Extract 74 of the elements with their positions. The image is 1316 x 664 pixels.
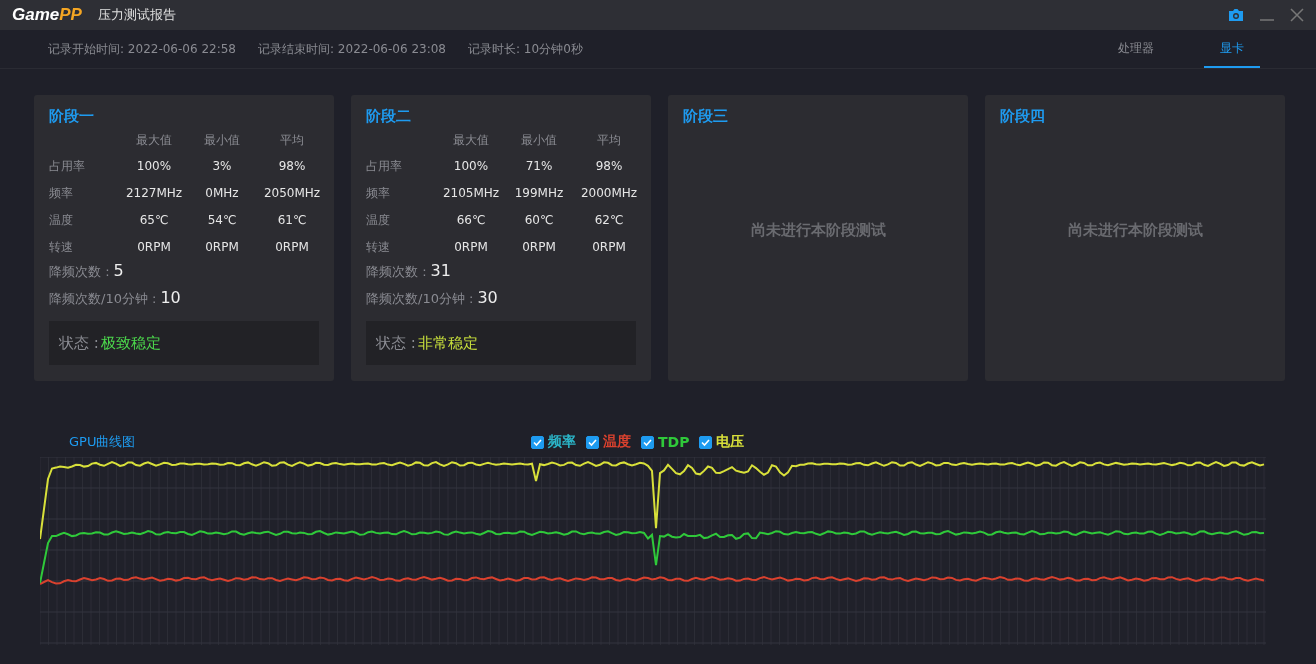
row-label: 转速 (366, 239, 391, 256)
camera-icon[interactable] (1228, 8, 1244, 22)
table-cell-text: 66℃ (455, 212, 487, 229)
row-label: 占用率 (49, 158, 86, 175)
legend-checkbox[interactable] (531, 435, 544, 449)
table-cell-text: 100% (135, 158, 173, 175)
table-cell-text: 0RPM (136, 239, 172, 256)
row-label: 占用率 (366, 158, 403, 175)
legend-label: 电压 (716, 433, 745, 451)
close-icon[interactable] (1290, 8, 1304, 22)
table-cell-text: 0MHz (204, 185, 240, 202)
stage-title: 阶段二 (366, 107, 412, 127)
column-header: 最大值 (135, 132, 173, 149)
throttle-rate-label: 降频次数/10分钟 : (366, 290, 474, 308)
table-cell-text: 62℃ (593, 212, 625, 229)
table-cell-text: 71% (524, 158, 554, 175)
table-cell-text: 98% (594, 158, 624, 175)
throttle-rate: 10 (160, 288, 181, 307)
table-cell-text: 2105MHz (441, 185, 501, 202)
column-header: 最小值 (520, 132, 558, 149)
table-cell-text: 98% (277, 158, 307, 175)
table-cell-text: 61℃ (276, 212, 308, 229)
legend-label: 温度 (603, 433, 631, 451)
table-cell-text: 0RPM (204, 239, 240, 256)
row-label: 转速 (49, 239, 74, 256)
empty-message: 尚未进行本阶段测试 (1067, 220, 1203, 240)
throttle-rate: 30 (477, 288, 498, 307)
legend-checkbox[interactable] (699, 435, 713, 449)
stage-title: 阶段三 (683, 107, 729, 127)
column-header: 平均 (596, 132, 622, 149)
table-cell-text: 199MHz (513, 185, 565, 202)
table-cell-text: 2000MHz (579, 185, 639, 202)
row-label: 频率 (366, 185, 391, 202)
column-header: 最小值 (203, 132, 241, 149)
legend-label: 频率 (548, 433, 576, 451)
throttle-rate-label: 降频次数/10分钟 : (49, 290, 157, 308)
row-label: 温度 (366, 212, 391, 229)
throttle-count: 31 (430, 261, 451, 280)
tab[interactable]: 处理器 (1102, 30, 1170, 68)
row-label: 温度 (49, 212, 74, 229)
status-value: 非常稳定 (417, 333, 478, 353)
legend-checkbox[interactable] (586, 435, 599, 449)
status-label: 状态 : (376, 333, 416, 353)
stage-title: 阶段四 (1000, 107, 1046, 127)
table-cell-text: 3% (211, 158, 233, 175)
chart-title: GPU曲线图 (69, 433, 137, 451)
table-cell-text: 60℃ (523, 212, 555, 229)
table-cell-text: 0RPM (591, 239, 627, 256)
record-info: 记录时长: 10分钟0秒 (468, 40, 583, 58)
status-label: 状态 : (59, 333, 99, 353)
throttle-label: 降频次数 : (49, 263, 110, 281)
table-cell-text: 2127MHz (124, 185, 184, 202)
tab[interactable]: 显卡 (1204, 30, 1260, 68)
stage-title: 阶段一 (49, 107, 95, 127)
table-cell-text: 0RPM (274, 239, 310, 256)
table-cell-text: 0RPM (521, 239, 557, 256)
app-logo: GamePP (12, 5, 82, 25)
table-cell-text: 2050MHz (262, 185, 322, 202)
throttle-count: 5 (113, 261, 124, 280)
throttle-label: 降频次数 : (366, 263, 427, 281)
column-header: 最大值 (452, 132, 490, 149)
column-header: 平均 (279, 132, 305, 149)
table-cell-text: 54℃ (206, 212, 238, 229)
legend-label: TDP (658, 434, 690, 450)
status-value: 极致稳定 (100, 333, 161, 353)
record-info: 记录开始时间: 2022-06-06 22:58 (48, 40, 236, 58)
table-cell-text: 0RPM (453, 239, 489, 256)
window-title: 压力测试报告 (97, 6, 176, 24)
table-cell-text: 100% (452, 158, 490, 175)
record-info: 记录结束时间: 2022-06-06 23:08 (258, 40, 446, 58)
empty-message: 尚未进行本阶段测试 (750, 220, 886, 240)
row-label: 频率 (49, 185, 74, 202)
table-cell-text: 65℃ (138, 212, 170, 229)
legend-checkbox[interactable] (641, 435, 654, 449)
